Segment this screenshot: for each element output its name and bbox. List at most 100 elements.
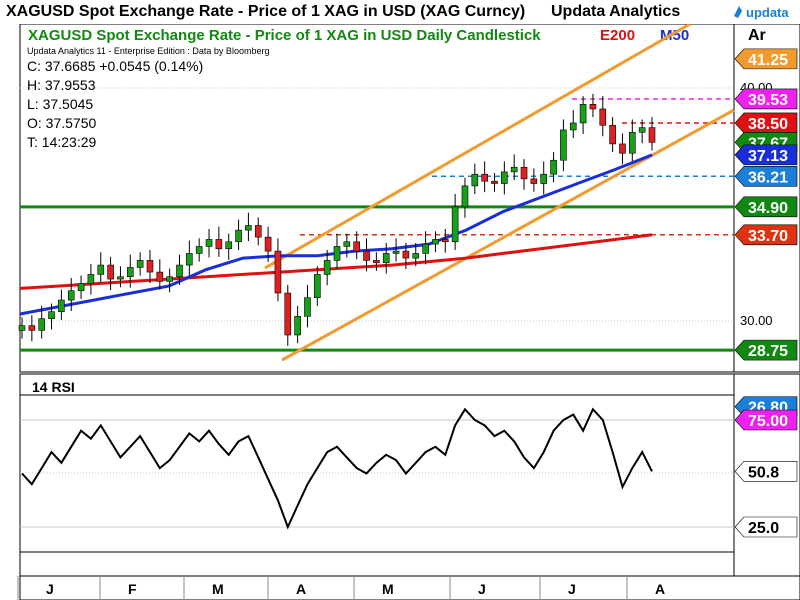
time-label: A	[655, 581, 665, 597]
candle-body	[441, 239, 449, 243]
candle-body	[18, 325, 26, 331]
readout-close: C: 37.6685 +0.0545 (0.14%)	[27, 58, 203, 74]
candle-body	[274, 250, 282, 294]
candle-body	[520, 166, 528, 180]
price-badge: 36.21	[734, 166, 798, 187]
time-label: F	[128, 581, 137, 597]
time-label: M	[382, 581, 394, 597]
candle-body	[264, 236, 272, 252]
candle-body	[373, 260, 380, 264]
candle-body	[146, 260, 154, 273]
candle-body	[550, 159, 557, 175]
candle-body	[402, 250, 410, 259]
candle-body	[579, 104, 587, 124]
candle-body	[254, 225, 262, 238]
candle-body	[67, 290, 75, 301]
candle-body	[530, 178, 538, 184]
price-badge: 39.53	[734, 88, 798, 110]
price-badge-label: 34.90	[748, 200, 788, 217]
price-badge: 28.75	[734, 339, 798, 361]
candle-body	[304, 297, 311, 317]
candle-body	[284, 292, 292, 336]
logo-text: updata	[746, 5, 789, 20]
candle-body	[97, 264, 105, 275]
axis-corner-label: Ar	[748, 27, 766, 44]
candle-body	[333, 246, 341, 261]
candle-body	[491, 180, 498, 184]
time-label: J	[46, 581, 54, 597]
candle-body	[392, 250, 400, 254]
time-label: J	[478, 581, 486, 597]
updata-logo: updata	[734, 5, 789, 20]
candle-body	[235, 229, 242, 243]
candle-body	[107, 264, 114, 280]
candle-body	[648, 127, 656, 143]
rsi-badge: 25.0	[734, 516, 798, 538]
price-panel-frame	[19, 23, 735, 373]
rsi-badge-label: 25.0	[748, 520, 779, 537]
chart-subtitle: XAGUSD Spot Exchange Rate - Price of 1 X…	[28, 27, 541, 44]
title-bar: XAGUSD Spot Exchange Rate - Price of 1 X…	[0, 0, 800, 24]
candle-body	[560, 129, 567, 161]
time-label: M	[212, 581, 224, 597]
price-badge: 41.25	[734, 48, 798, 70]
candle-body	[176, 264, 183, 278]
candle-body	[323, 260, 331, 275]
logo-mark-icon	[734, 6, 742, 18]
candle-body	[363, 250, 370, 261]
candle-body	[471, 173, 479, 187]
legend-m50: M50	[660, 27, 689, 44]
candle-body	[599, 108, 607, 126]
price-badge-label: 39.53	[748, 92, 788, 109]
chart-canvas: XAGUSD Spot Exchange Rate - Price of 1 X…	[17, 22, 800, 600]
price-badge: 37.13	[734, 144, 798, 166]
price-badge: 38.50	[734, 112, 798, 134]
candle-body	[126, 267, 134, 278]
candle-body	[510, 166, 518, 173]
candle-body	[28, 325, 36, 331]
candle-body	[87, 274, 95, 285]
candle-body	[481, 173, 488, 182]
time-axis-strip	[19, 575, 800, 600]
candle-body	[48, 311, 55, 319]
candle-body	[353, 241, 360, 252]
time-label: A	[296, 581, 306, 597]
candle-body	[294, 316, 301, 336]
price-badge-label: 36.21	[748, 169, 788, 186]
price-tick-30: 30.00	[740, 313, 773, 328]
candle-body	[451, 206, 459, 243]
price-badge: 33.70	[734, 224, 798, 246]
candle-body	[629, 131, 636, 154]
window-title: XAGUSD Spot Exchange Rate - Price of 1 X…	[6, 3, 526, 20]
candle-body	[589, 104, 597, 110]
candle-body	[343, 241, 351, 247]
candle-body	[245, 225, 252, 231]
candle-body	[501, 171, 508, 184]
candle-body	[382, 253, 390, 264]
candle-body	[58, 299, 65, 312]
rsi-panel-frame	[19, 373, 735, 577]
candle-body	[136, 260, 144, 268]
candle-body	[314, 274, 321, 298]
candle-body	[205, 239, 213, 247]
candle-body	[422, 243, 429, 254]
candle-body	[38, 318, 45, 331]
candle-body	[166, 276, 173, 282]
price-badge-label: 38.50	[748, 116, 788, 133]
candle-body	[461, 185, 469, 208]
readout-open: O: 37.5750	[27, 115, 96, 131]
rsi-badge-label: 75.00	[748, 413, 788, 430]
candle-body	[638, 127, 646, 133]
candle-body	[186, 253, 193, 266]
price-badge-label: 28.75	[748, 343, 788, 360]
candle-body	[195, 246, 203, 254]
candle-body	[619, 143, 626, 154]
candle-body	[569, 122, 577, 131]
time-label: J	[568, 581, 576, 597]
candle-body	[412, 253, 420, 259]
price-badge-label: 41.25	[748, 52, 788, 69]
candle-body	[609, 124, 616, 145]
price-badge: 34.90	[734, 196, 798, 218]
rsi-badge-label: 50.8	[748, 464, 779, 481]
candle-body	[540, 173, 548, 184]
